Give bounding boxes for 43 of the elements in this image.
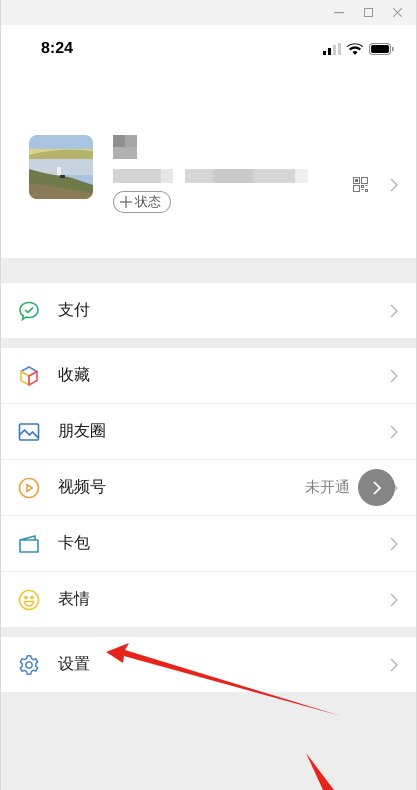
menu-item[interactable]: 视频号 未开通 [1, 459, 416, 515]
chevron-icon [372, 480, 380, 494]
menu-item[interactable]: 卡包 [1, 515, 416, 571]
menu-value: 未开通 [305, 478, 350, 497]
chevron-icon [390, 368, 398, 382]
menu-item[interactable]: 设置 [1, 637, 416, 692]
settings-icon [18, 654, 40, 676]
status-button[interactable]: 状态 [113, 191, 171, 213]
arrow-drawing [306, 753, 334, 790]
menu-item[interactable]: 收藏 [1, 348, 416, 403]
plus-icon [120, 196, 132, 208]
chevron-icon [390, 304, 398, 318]
wifi-icon [347, 43, 363, 55]
blurred-name [113, 135, 137, 159]
menu-item[interactable]: 朋友圈 [1, 403, 416, 459]
menu-label: 设置 [58, 655, 91, 675]
floating-button[interactable] [358, 469, 395, 506]
menu-label: 卡包 [58, 534, 91, 554]
landscape-icon [18, 422, 40, 442]
smiley-icon [18, 588, 40, 610]
chevron-icon [390, 592, 398, 606]
menu-label: 收藏 [58, 366, 91, 386]
maximize-icon[interactable] [364, 8, 373, 17]
clock-time: 8:24 [41, 40, 74, 58]
close-icon[interactable] [393, 8, 402, 17]
play-circle-icon [18, 476, 40, 498]
menu-item[interactable]: 表情 [1, 571, 416, 627]
wallet-icon [18, 534, 40, 554]
chevron-icon [390, 536, 398, 550]
chevron-icon [390, 658, 398, 672]
battery-icon [369, 43, 394, 55]
chat-check-icon [18, 300, 40, 322]
menu-label: 视频号 [58, 478, 107, 498]
menu-label: 表情 [58, 590, 91, 610]
menu-item[interactable]: 支付 [1, 283, 416, 338]
chevron-icon [390, 178, 398, 192]
signal-icon [323, 43, 341, 55]
qr-code-icon[interactable] [353, 177, 368, 192]
menu-label: 支付 [58, 300, 91, 321]
minimize-icon[interactable] [334, 12, 344, 14]
chevron-icon [390, 424, 398, 438]
menu-label: 朋友圈 [58, 422, 107, 442]
cube-icon [18, 364, 40, 386]
